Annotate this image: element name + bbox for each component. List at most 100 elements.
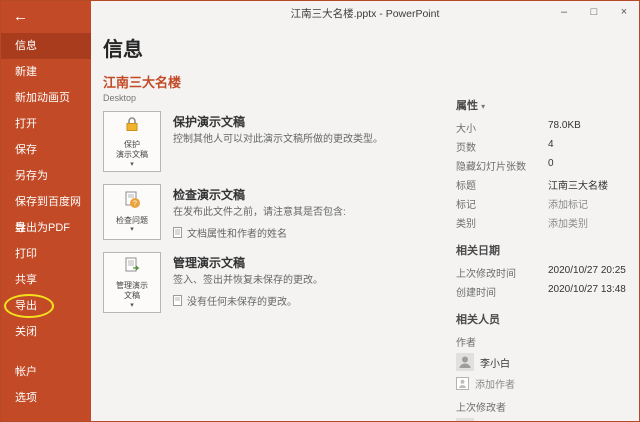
inspect-issue-text: 文档属性和作者的姓名 <box>187 225 287 240</box>
author-name: 李小白 <box>480 355 510 370</box>
prop-value-add-category[interactable]: 添加类别 <box>548 215 634 230</box>
button-label: 管理演示 <box>116 281 148 291</box>
related-dates-block: 相关日期 上次修改时间 2020/10/27 20:25 创建时间 2020/1… <box>456 242 634 299</box>
prop-value-pages: 4 <box>548 139 634 154</box>
sidebar-item-info[interactable]: 信息 <box>1 33 91 59</box>
author-chip[interactable]: 李小白 <box>456 353 634 371</box>
sidebar-item-save[interactable]: 保存 <box>1 137 91 163</box>
date-label-created: 创建时间 <box>456 284 548 299</box>
prop-label-hidden-slides: 隐藏幻灯片张数 <box>456 158 548 173</box>
svg-text:?: ? <box>133 200 137 207</box>
date-value-modified: 2020/10/27 20:25 <box>548 265 634 280</box>
sidebar-item-new[interactable]: 新建 <box>1 59 91 85</box>
sidebar-nav: 信息 新建 新加动画页 打开 保存 另存为 保存到百度网盘 导出为PDF 打印 … <box>1 33 91 411</box>
sidebar-item-label: 打印 <box>15 248 37 260</box>
prop-label-pages: 页数 <box>456 139 548 154</box>
prop-label-tags: 标记 <box>456 196 548 211</box>
related-dates-heading: 相关日期 <box>456 242 634 258</box>
section-heading: 检查演示文稿 <box>173 186 346 203</box>
window-controls: – □ × <box>549 1 639 23</box>
author-label: 作者 <box>456 334 634 349</box>
inspect-document-icon: ? <box>123 191 141 214</box>
prop-value-hidden-slides: 0 <box>548 158 634 173</box>
sidebar-item-share[interactable]: 共享 <box>1 267 91 293</box>
titlebar: 江南三大名楼.pptx - PowerPoint – □ × <box>91 1 639 25</box>
prop-label-size: 大小 <box>456 120 548 135</box>
page-title: 信息 <box>103 33 639 62</box>
properties-grid: 大小 78.0KB 页数 4 隐藏幻灯片张数 0 标题 江南三大名楼 标记 添加… <box>456 120 634 230</box>
protect-presentation-button[interactable]: 保护 演示文稿 ▾ <box>103 111 161 172</box>
back-arrow-icon: ← <box>13 8 28 25</box>
unsaved-changes-text: 没有任何未保存的更改。 <box>187 293 297 308</box>
check-for-issues-button[interactable]: ? 检查问题 ▾ <box>103 184 161 240</box>
button-label: 演示文稿 <box>116 150 148 160</box>
add-author-button[interactable]: 添加作者 <box>456 376 634 391</box>
inspect-presentation-section: ? 检查问题 ▾ 检查演示文稿 在发布此文件之前，请注意其是否包含: <box>103 184 455 240</box>
unsaved-changes-item: 没有任何未保存的更改。 <box>173 293 323 308</box>
manage-presentation-section: 管理演示 文稿 ▾ 管理演示文稿 签入、签出并恢复未保存的更改。 <box>103 252 455 313</box>
section-description: 在发布此文件之前，请注意其是否包含: <box>173 206 346 220</box>
section-heading: 管理演示文稿 <box>173 254 323 271</box>
properties-block: 属性 ▾ 大小 78.0KB 页数 4 隐藏幻灯片张数 0 标题 江南三大名楼 … <box>456 97 634 230</box>
close-button[interactable]: × <box>609 1 639 23</box>
section-heading: 保护演示文稿 <box>173 113 383 130</box>
sidebar-item-close[interactable]: 关闭 <box>1 319 91 345</box>
sidebar-item-label: 共享 <box>15 274 37 286</box>
sidebar-item-label: 新建 <box>15 66 37 78</box>
sidebar-item-open[interactable]: 打开 <box>1 111 91 137</box>
button-label: 文稿 <box>124 291 140 301</box>
sidebar-item-label: 导出为PDF <box>15 222 70 234</box>
minimize-icon: – <box>561 6 567 18</box>
maximize-icon: □ <box>591 6 598 18</box>
sidebar-item-save-to-baidu-netdisk[interactable]: 保存到百度网盘 <box>1 189 91 215</box>
close-icon: × <box>621 6 627 18</box>
sidebar-item-account[interactable]: 帐户 <box>1 359 91 385</box>
section-description: 控制其他人可以对此演示文稿所做的更改类型。 <box>173 133 383 147</box>
sidebar-item-save-as[interactable]: 另存为 <box>1 163 91 189</box>
date-value-created: 2020/10/27 13:48 <box>548 284 634 299</box>
document-title: 江南三大名楼 <box>103 72 639 91</box>
minimize-button[interactable]: – <box>549 1 579 23</box>
dropdown-arrow-icon: ▾ <box>130 226 134 233</box>
button-label: 检查问题 <box>116 216 148 226</box>
window-title: 江南三大名楼.pptx - PowerPoint <box>291 6 440 21</box>
sidebar-item-label: 保存 <box>15 144 37 156</box>
sidebar-item-label: 另存为 <box>15 170 48 182</box>
sidebar-item-new-animation-page[interactable]: 新加动画页 <box>1 85 91 111</box>
sidebar-item-label: 导出 <box>15 300 37 312</box>
sidebar-item-label: 关闭 <box>15 326 37 338</box>
sidebar-item-print[interactable]: 打印 <box>1 241 91 267</box>
prop-value-title[interactable]: 江南三大名楼 <box>548 177 634 192</box>
properties-panel: 属性 ▾ 大小 78.0KB 页数 4 隐藏幻灯片张数 0 标题 江南三大名楼 … <box>456 97 634 422</box>
info-sections: 保护 演示文稿 ▾ 保护演示文稿 控制其他人可以对此演示文稿所做的更改类型。 <box>103 111 455 313</box>
last-modified-by-chip[interactable]: 李小白 <box>456 418 634 422</box>
maximize-button[interactable]: □ <box>579 1 609 23</box>
lock-icon <box>123 115 141 138</box>
author-avatar <box>456 353 474 371</box>
sidebar-item-label: 打开 <box>15 118 37 130</box>
properties-dropdown[interactable]: 属性 ▾ <box>456 97 634 113</box>
prop-value-size: 78.0KB <box>548 120 634 135</box>
prop-label-title: 标题 <box>456 177 548 192</box>
prop-value-add-tag[interactable]: 添加标记 <box>548 196 634 211</box>
sidebar-item-export[interactable]: 导出 <box>1 293 91 319</box>
chevron-down-icon: ▾ <box>481 102 485 111</box>
backstage-sidebar: ← 信息 新建 新加动画页 打开 保存 另存为 保存到百度网盘 导出为PDF 打… <box>1 1 91 421</box>
back-button[interactable]: ← <box>13 8 91 28</box>
unsaved-changes-icon <box>173 295 182 306</box>
sidebar-item-label: 新加动画页 <box>15 92 70 104</box>
manage-document-icon <box>123 256 141 279</box>
date-label-modified: 上次修改时间 <box>456 265 548 280</box>
sidebar-item-label: 选项 <box>15 392 37 404</box>
manage-presentation-button[interactable]: 管理演示 文稿 ▾ <box>103 252 161 313</box>
button-label: 保护 <box>124 140 140 150</box>
sidebar-item-label: 帐户 <box>15 366 37 378</box>
inspect-issue-item: 文档属性和作者的姓名 <box>173 225 346 240</box>
section-text: 管理演示文稿 签入、签出并恢复未保存的更改。 没有任何未保存的更改。 <box>173 252 323 313</box>
sidebar-item-options[interactable]: 选项 <box>1 385 91 411</box>
powerpoint-backstage-window: 江南三大名楼.pptx - PowerPoint – □ × ← 信息 新建 新… <box>0 0 640 422</box>
document-properties-icon <box>173 227 182 238</box>
sidebar-item-export-as-pdf[interactable]: 导出为PDF <box>1 215 91 241</box>
protect-presentation-section: 保护 演示文稿 ▾ 保护演示文稿 控制其他人可以对此演示文稿所做的更改类型。 <box>103 111 455 172</box>
related-people-heading: 相关人员 <box>456 311 634 327</box>
